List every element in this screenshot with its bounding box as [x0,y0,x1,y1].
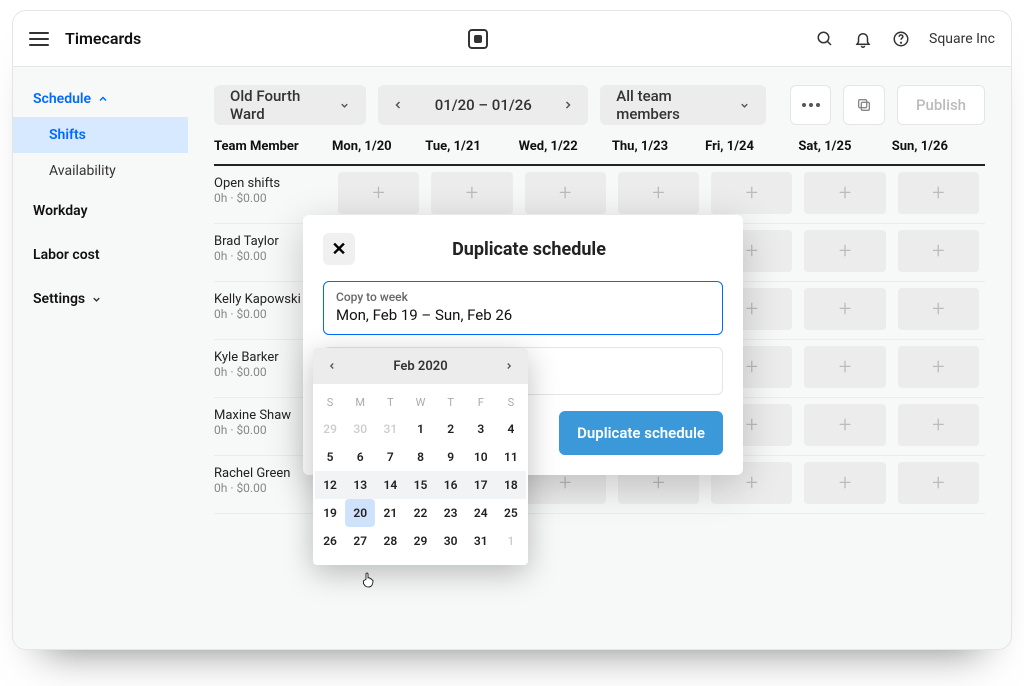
calendar-day[interactable]: 17 [466,471,496,499]
calendar-day[interactable]: 11 [496,443,526,471]
modal-overlay: ✕ Duplicate schedule Copy to week Mon, F… [13,11,1011,649]
calendar-day[interactable]: 15 [405,471,435,499]
calendar-day[interactable]: 9 [436,443,466,471]
calendar-day[interactable]: 1 [405,415,435,443]
weekday-label: T [375,390,405,415]
cursor-icon [360,571,376,589]
calendar-day[interactable]: 8 [405,443,435,471]
weekday-label: W [405,390,435,415]
calendar-day[interactable]: 25 [496,499,526,527]
modal-title: Duplicate schedule [369,239,723,260]
calendar-day[interactable]: 19 [315,499,345,527]
weekday-label: M [345,390,375,415]
calendar-day: 29 [315,415,345,443]
primary-btn-label: Duplicate schedule [577,424,705,442]
duplicate-schedule-button[interactable]: Duplicate schedule [559,411,723,455]
weekday-label: S [315,390,345,415]
calendar-day[interactable]: 12 [315,471,345,499]
weekday-label: F [466,390,496,415]
calendar-day[interactable]: 31 [466,527,496,555]
calendar-day[interactable]: 24 [466,499,496,527]
calendar-day[interactable]: 26 [315,527,345,555]
calendar-day: 30 [345,415,375,443]
close-button[interactable]: ✕ [323,233,355,265]
calendar-day[interactable]: 27 [345,527,375,555]
calendar-day[interactable]: 3 [466,415,496,443]
calendar-day[interactable]: 29 [405,527,435,555]
date-picker: Feb 2020 SMTWTFS293031123456789101112131… [313,348,528,565]
field-label: Copy to week [336,290,710,304]
calendar-day[interactable]: 2 [436,415,466,443]
next-month-button[interactable] [500,357,518,375]
calendar-day[interactable]: 28 [375,527,405,555]
prev-month-button[interactable] [323,357,341,375]
calendar-day[interactable]: 4 [496,415,526,443]
calendar-day[interactable]: 22 [405,499,435,527]
calendar-day[interactable]: 30 [436,527,466,555]
calendar-day[interactable]: 21 [375,499,405,527]
calendar-day[interactable]: 18 [496,471,526,499]
calendar-day[interactable]: 20 [345,499,375,527]
calendar-day: 31 [375,415,405,443]
field-value: Mon, Feb 19 – Sun, Feb 26 [336,306,710,324]
calendar-day[interactable]: 6 [345,443,375,471]
calendar-day: 1 [496,527,526,555]
weekday-label: T [436,390,466,415]
calendar-day[interactable]: 10 [466,443,496,471]
calendar-day[interactable]: 5 [315,443,345,471]
weekday-label: S [496,390,526,415]
copy-to-week-field[interactable]: Copy to week Mon, Feb 19 – Sun, Feb 26 [323,281,723,335]
calendar-day[interactable]: 23 [436,499,466,527]
calendar-day[interactable]: 16 [436,471,466,499]
close-icon: ✕ [331,239,346,260]
month-label: Feb 2020 [393,359,447,374]
calendar-day[interactable]: 13 [345,471,375,499]
calendar-day[interactable]: 7 [375,443,405,471]
calendar-day[interactable]: 14 [375,471,405,499]
